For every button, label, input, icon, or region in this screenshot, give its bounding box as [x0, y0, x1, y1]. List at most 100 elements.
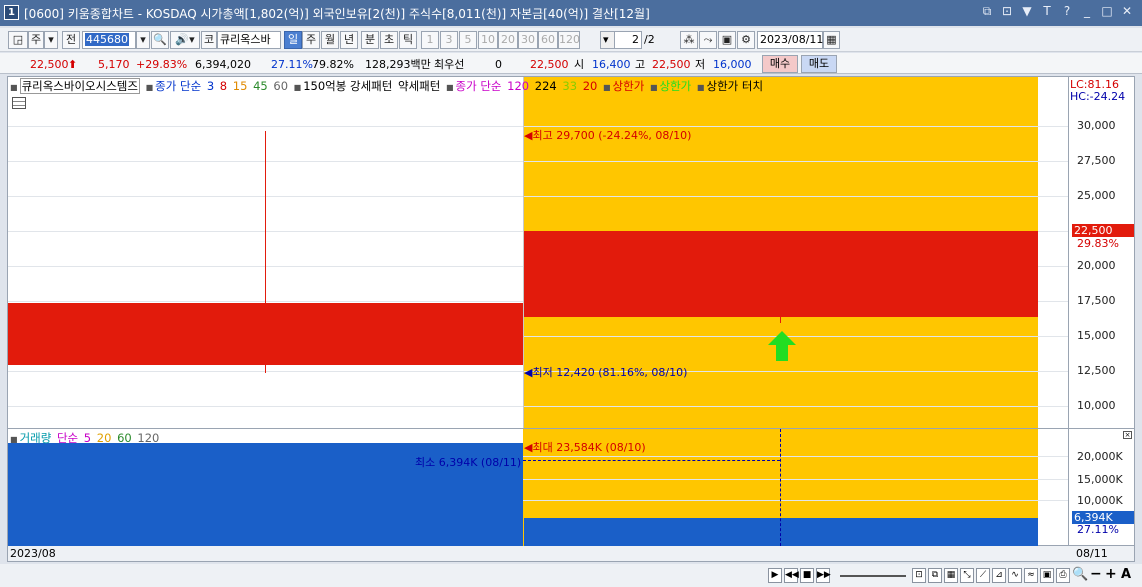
- scroll-last-icon[interactable]: ▶▶: [816, 568, 831, 583]
- tab-month[interactable]: 월: [321, 31, 339, 49]
- legend-indicator-1: 150억봉 강세패턴: [303, 79, 393, 93]
- maximize-icon[interactable]: □: [1100, 4, 1114, 19]
- interval-30[interactable]: 30: [518, 31, 538, 49]
- code-input[interactable]: 445680: [82, 31, 136, 49]
- candle-body-0811[interactable]: [524, 231, 1038, 317]
- pan-icon[interactable]: ⤡: [960, 568, 974, 583]
- scroll-right-icon[interactable]: ▶: [768, 568, 782, 583]
- min-volume-line: [523, 460, 780, 461]
- axis-tick: 30,000: [1077, 119, 1116, 132]
- whole-button[interactable]: 전: [62, 31, 80, 49]
- tab-day[interactable]: 일: [284, 31, 302, 49]
- volume-axis-tick: 15,000K: [1077, 473, 1123, 486]
- interval-5[interactable]: 5: [459, 31, 477, 49]
- interval-20[interactable]: 20: [498, 31, 518, 49]
- close-icon[interactable]: ✕: [1120, 4, 1134, 19]
- gear-icon[interactable]: ⚙: [737, 31, 755, 49]
- speaker-icon[interactable]: 🔊▾: [170, 31, 200, 49]
- legend-ma-8: 8: [219, 79, 228, 93]
- chart-settings-icon[interactable]: ◲: [8, 31, 28, 49]
- period-type-button[interactable]: 주: [28, 31, 44, 49]
- market-button[interactable]: 코: [201, 31, 217, 49]
- legend-indicator-2: 약세패턴: [397, 79, 441, 93]
- search-icon[interactable]: 🔍: [151, 31, 169, 49]
- legend-vol-ma-60: 60: [117, 431, 132, 445]
- buy-button[interactable]: 매수: [762, 55, 798, 73]
- grid-line: [8, 196, 1068, 197]
- minimize-icon[interactable]: _: [1080, 4, 1094, 19]
- zoom-slider[interactable]: [840, 575, 906, 577]
- volume-axis-tick: 20,000K: [1077, 450, 1123, 463]
- interval-60[interactable]: 60: [538, 31, 558, 49]
- help-icon[interactable]: ?: [1060, 4, 1074, 19]
- chart-area[interactable]: ■ 큐리옥스바이오시스템즈 ■ 종가 단순 3 8 15 45 60 ■ 150억봉 …: [7, 76, 1069, 546]
- wave-icon[interactable]: ≈: [1024, 568, 1038, 583]
- legend-ma-15: 15: [232, 79, 248, 93]
- crosshair-icon[interactable]: ⤳: [699, 31, 717, 49]
- quote-bar: 22,500 ⬆ 5,170 +29.83% 6,394,020 27.11% …: [0, 53, 1142, 74]
- close-price: 22,500: [530, 58, 569, 71]
- crosshair-line: [780, 429, 781, 546]
- legend-stock-name[interactable]: 큐리옥스바이오시스템즈: [19, 78, 140, 94]
- image-icon[interactable]: ▣: [1040, 568, 1054, 583]
- scroll-first-icon[interactable]: ◀◀: [784, 568, 799, 583]
- zoom-box-icon[interactable]: ⊡: [912, 568, 926, 583]
- high-price: 22,500: [652, 58, 691, 71]
- sell-button[interactable]: 매도: [801, 55, 837, 73]
- tools-icon[interactable]: ⁂: [680, 31, 698, 49]
- zoom-magnifier-icon[interactable]: 🔍: [1072, 567, 1088, 582]
- price-scale[interactable]: LC:81.16 HC:-24.24 30,000 27,500 25,000 …: [1069, 76, 1135, 546]
- restore-icon[interactable]: ⧉: [980, 4, 994, 19]
- panel-close-icon[interactable]: ×: [1123, 431, 1132, 439]
- tab-week[interactable]: 주: [302, 31, 320, 49]
- legend-volume-name[interactable]: 거래량: [20, 431, 52, 445]
- tile-icon[interactable]: ⊡: [1000, 4, 1014, 19]
- tab-year[interactable]: 년: [340, 31, 358, 49]
- volume-bar-0811[interactable]: [524, 518, 1038, 546]
- tab-tick[interactable]: 틱: [399, 31, 417, 49]
- open-price: 16,400: [592, 58, 631, 71]
- table-icon[interactable]: [12, 97, 26, 109]
- interval-1[interactable]: 1: [421, 31, 439, 49]
- grid-icon[interactable]: ▦: [944, 568, 958, 583]
- stock-name-field[interactable]: 큐리옥스바: [217, 31, 281, 49]
- legend-vol-ma-20: 20: [96, 431, 112, 445]
- volume-value: 6,394,020: [195, 58, 251, 71]
- page-input[interactable]: 2: [614, 31, 642, 49]
- tab-second[interactable]: 초: [380, 31, 398, 49]
- price-panel[interactable]: ■ 큐리옥스바이오시스템즈 ■ 종가 단순 3 8 15 45 60 ■ 150억봉 …: [8, 77, 1068, 428]
- text-size-icon[interactable]: A: [1121, 567, 1131, 582]
- date-field[interactable]: 2023/08/11: [757, 31, 823, 49]
- date-axis: 2023/08 08/11: [7, 546, 1135, 562]
- date-axis-end: 08/11: [1076, 547, 1108, 560]
- axis-tick: 25,000: [1077, 189, 1116, 202]
- legend-ma-60: 60: [273, 79, 289, 93]
- interval-120[interactable]: 120: [558, 31, 580, 49]
- font-icon[interactable]: T: [1040, 4, 1054, 19]
- code-dropdown-icon[interactable]: ▾: [136, 31, 150, 49]
- volume-panel[interactable]: ■ 거래량 단순 5 20 60 120 ◀최대 23,584K (08/10) …: [8, 429, 1068, 546]
- low-label: 저: [695, 58, 706, 71]
- pin-icon[interactable]: ▼: [1020, 4, 1034, 19]
- tab-minute[interactable]: 분: [361, 31, 379, 49]
- interval-10[interactable]: 10: [478, 31, 498, 49]
- price-legend: ■ 큐리옥스바이오시스템즈 ■ 종가 단순 3 8 15 45 60 ■ 150억봉 …: [10, 78, 764, 94]
- print-icon[interactable]: ⎙: [1056, 568, 1070, 583]
- date-axis-start: 2023/08: [10, 547, 56, 560]
- candle-body-0810[interactable]: [8, 303, 523, 365]
- zoom-out-icon[interactable]: −: [1090, 566, 1102, 582]
- trend-icon[interactable]: ∿: [1008, 568, 1022, 583]
- save-icon[interactable]: ▣: [718, 31, 736, 49]
- zoom-in-icon[interactable]: +: [1105, 566, 1117, 582]
- stop-icon[interactable]: ■: [800, 568, 814, 583]
- period-dropdown-icon[interactable]: ▾: [44, 31, 58, 49]
- copy-icon[interactable]: ⧉: [928, 568, 942, 583]
- calendar-icon[interactable]: ▦: [823, 31, 840, 49]
- ruler-icon[interactable]: ⊿: [992, 568, 1006, 583]
- interval-3[interactable]: 3: [440, 31, 458, 49]
- draw-line-icon[interactable]: ⟋: [976, 568, 990, 583]
- window-number[interactable]: 1: [4, 5, 19, 20]
- legend-limit-touch: 상한가 터치: [706, 79, 764, 93]
- hc-label: HC:-24.24: [1070, 90, 1126, 103]
- legend-vol-ma-5: 5: [83, 431, 92, 445]
